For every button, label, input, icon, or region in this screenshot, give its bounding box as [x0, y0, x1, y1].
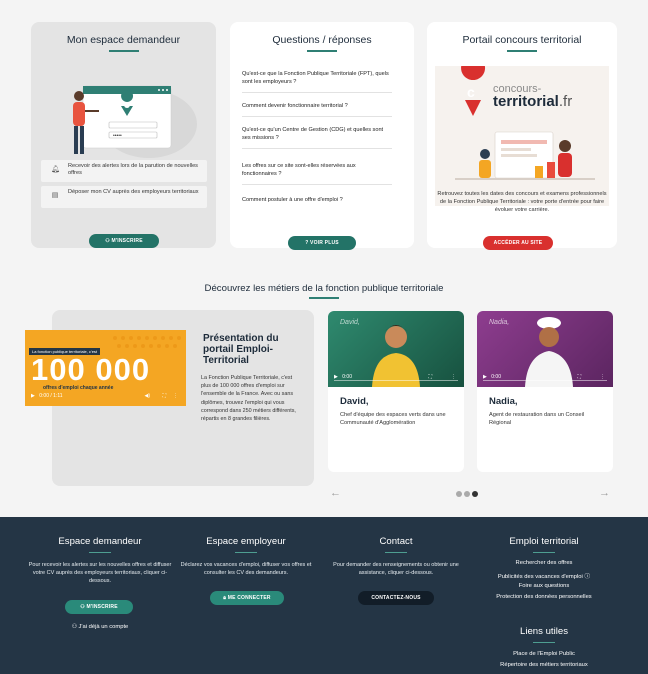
footer-inscrire-button[interactable]: ⚇ M'INSCRIRE	[65, 600, 133, 614]
button-label: ME CONNECTER	[227, 595, 271, 601]
qa-link[interactable]: Comment postuler à une offre d'emploi ?	[242, 196, 392, 204]
footer-link[interactable]: Répertoire des métiers territoriaux	[474, 662, 614, 668]
video-overlay-name: Nadia,	[489, 319, 510, 326]
metiers-heading: Découvrez les métiers de la fonction pub…	[204, 283, 444, 294]
qa-link[interactable]: Qu'est-ce qu'un Centre de Gestion (CDG) …	[242, 126, 392, 142]
footer: Espace demandeur Pour recevoir les alert…	[0, 517, 648, 674]
voir-plus-button[interactable]: ? VOIR PLUS	[288, 236, 356, 250]
qa-link[interactable]: Qu'est-ce que la Fonction Publique Terri…	[242, 70, 392, 86]
title-underline	[108, 50, 139, 52]
footer-underline	[385, 552, 407, 553]
video-controls[interactable]: ▶ 0:00 / 1:11 ◀) ⛶ ⋮	[31, 392, 180, 400]
espace-illustration: •••••	[73, 85, 197, 158]
video-progress[interactable]	[334, 380, 458, 381]
card-espace-demandeur: Mon espace demandeur ••••• 🔔︎ Recevoir d…	[31, 22, 216, 248]
video-person-desc: Chef d'équipe des espaces verts dans une…	[340, 412, 446, 426]
card-portail-concours: Portail concours territorial c concours-…	[427, 22, 617, 250]
button-label: VOIR PLUS	[310, 240, 339, 246]
footer-text: Déclarez vos vacances d'emploi, diffuser…	[180, 562, 312, 576]
volume-icon[interactable]: ◀)	[144, 392, 150, 400]
presentation-video[interactable]: La fonction publique territoriale, c'est…	[25, 330, 186, 406]
more-icon[interactable]: ⋮	[173, 392, 178, 400]
footer-text: Pour demander des renseignements ou obte…	[333, 562, 459, 576]
qa-link[interactable]: Comment devenir fonctionnaire territoria…	[242, 102, 392, 110]
title-underline	[307, 50, 337, 52]
video-time: 0:00 / 1:11	[39, 393, 63, 399]
alert-row-alertes[interactable]: 🔔︎ Recevoir des alertes lors de la parut…	[41, 160, 207, 182]
logo-main-text: territorial	[493, 93, 559, 110]
video-person-name: Nadia,	[489, 396, 518, 407]
footer-underline	[533, 552, 555, 553]
video-controls[interactable]: ▶ 0:00 ⛶ ⋮	[334, 373, 458, 381]
divider	[242, 184, 392, 185]
divider	[242, 92, 392, 93]
footer-link[interactable]: Rechercher des offres	[474, 560, 614, 566]
alert-row-cv[interactable]: ▤ Déposer mon CV auprès des employeurs t…	[41, 186, 207, 208]
user-icon: ⚇	[71, 624, 79, 630]
svg-text:c: c	[467, 84, 475, 100]
footer-title: Espace demandeur	[58, 536, 142, 547]
footer-title: Contact	[379, 536, 413, 547]
divider	[242, 116, 392, 117]
bell-icon: 🔔︎	[51, 166, 60, 173]
footer-title: Liens utiles	[520, 626, 568, 637]
footer-link[interactable]: Foire aux questions	[474, 583, 614, 589]
title-underline	[507, 50, 537, 52]
button-label: M'INSCRIRE	[86, 604, 118, 610]
footer-link[interactable]: Publicités des vacances d'emploi ⓘ	[474, 571, 614, 580]
carousel-prev-arrow-icon[interactable]: ←	[330, 487, 341, 499]
play-icon[interactable]: ▶	[31, 393, 35, 399]
alert-text: Recevoir des alertes lors de la parution…	[68, 163, 198, 176]
footer-link[interactable]: Protection des données personnelles	[474, 594, 614, 600]
document-icon: ▤	[51, 192, 59, 199]
footer-underline	[235, 552, 257, 553]
carousel-dot[interactable]	[464, 491, 470, 497]
acceder-site-button[interactable]: ACCÉDER AU SITE	[483, 236, 553, 250]
footer-underline	[533, 642, 555, 643]
footer-link[interactable]: Place de l'Emploi Public	[474, 651, 614, 657]
video-progress[interactable]	[483, 380, 607, 381]
video-big-number: 100 000	[31, 352, 151, 387]
svg-text:•••••: •••••	[113, 133, 122, 139]
me-connecter-button[interactable]: 🔒︎ ME CONNECTER	[210, 591, 284, 605]
presentation-text: La Fonction Publique Territoriale, c'est…	[201, 375, 296, 423]
video-caption: offres d'emploi chaque année	[43, 385, 114, 391]
video-person-desc: Agent de restauration dans un Conseil Ré…	[489, 412, 585, 426]
divider	[242, 148, 392, 149]
carousel-next-arrow-icon[interactable]: →	[599, 487, 610, 499]
footer-underline	[89, 552, 111, 553]
card-title: Portail concours territorial	[462, 34, 582, 46]
footer-title: Emploi territorial	[509, 536, 579, 547]
logo-tld: .fr	[558, 93, 573, 110]
button-label: M'INSCRIRE	[111, 238, 143, 244]
portail-text: Retrouvez toutes les dates des concours …	[437, 191, 607, 213]
alert-text: Déposer mon CV auprès des employeurs ter…	[68, 189, 199, 195]
video-thumbnail[interactable]: David, ▶ 0:00 ⛶ ⋮	[328, 311, 464, 387]
card-title: Mon espace demandeur	[66, 34, 181, 46]
card-questions-reponses: Questions / réponses Qu'est-ce que la Fo…	[230, 22, 414, 250]
qa-link[interactable]: Les offres sur ce site sont-elles réserv…	[242, 162, 392, 178]
footer-text: Pour recevoir les alertes sur les nouvel…	[28, 562, 172, 584]
logo-main: territorial.fr	[493, 94, 572, 110]
video-person-name: David,	[340, 396, 369, 407]
carousel-dot[interactable]	[456, 491, 462, 497]
footer-title: Espace employeur	[206, 536, 286, 547]
deja-compte-link[interactable]: ⚇ J'ai déjà un compte	[40, 624, 160, 630]
concours-illustration: c concours- territorial.fr	[435, 66, 609, 206]
video-thumbnail[interactable]: Nadia, ▶ 0:00 ⛶ ⋮	[477, 311, 613, 387]
video-controls[interactable]: ▶ 0:00 ⛶ ⋮	[483, 373, 607, 381]
fullscreen-icon[interactable]: ⛶	[162, 392, 166, 400]
video-card-nadia[interactable]: Nadia, ▶ 0:00 ⛶ ⋮ Nadia, Agent de restau…	[477, 311, 613, 472]
heading-underline	[309, 297, 339, 299]
inscrire-button[interactable]: ⚇ M'INSCRIRE	[89, 234, 159, 248]
link-label: J'ai déjà un compte	[78, 624, 129, 630]
video-overlay-name: David,	[340, 319, 360, 326]
contactez-nous-button[interactable]: CONTACTEZ-NOUS	[358, 591, 434, 605]
video-card-david[interactable]: David, ▶ 0:00 ⛶ ⋮ David, Chef d'équipe d…	[328, 311, 464, 472]
carousel-dot-active[interactable]	[472, 491, 478, 497]
card-title: Questions / réponses	[272, 34, 372, 46]
presentation-title: Présentation du portail Emploi-Territori…	[203, 333, 279, 366]
